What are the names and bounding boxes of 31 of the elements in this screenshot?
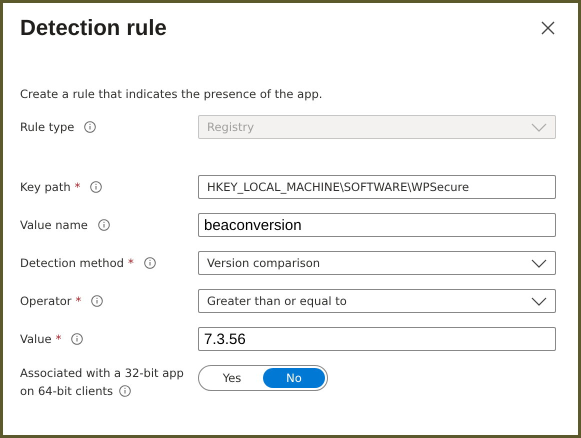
chevron-down-icon <box>531 296 547 306</box>
info-icon[interactable] <box>90 181 102 193</box>
chevron-down-icon <box>531 258 547 268</box>
input-field[interactable]: beaconversion <box>198 213 556 237</box>
dropdown[interactable]: Version comparison <box>198 251 556 275</box>
info-icon[interactable] <box>84 121 96 133</box>
field-label: Associated with a 32-bit app <box>20 365 184 381</box>
field-label: Key path <box>20 180 71 194</box>
info-icon[interactable] <box>91 295 104 307</box>
field-label: Value name <box>20 218 88 232</box>
info-icon[interactable] <box>144 257 156 269</box>
input-field[interactable]: 7.3.56 <box>198 327 556 351</box>
field-label: Detection method <box>20 256 124 270</box>
toggle-option[interactable]: Yes <box>201 368 263 388</box>
info-icon[interactable] <box>98 219 110 231</box>
description: Create a rule that indicates the presence of the app. <box>20 87 324 101</box>
field-label: Operator <box>20 294 72 308</box>
dropdown[interactable]: Greater than or equal to <box>198 289 556 313</box>
toggle-option[interactable]: No <box>263 368 325 388</box>
required-mark: * <box>74 180 80 194</box>
panel-title: Detection rule <box>20 15 167 41</box>
required-mark: * <box>56 332 62 346</box>
field-label: on 64-bit clients <box>20 383 113 399</box>
field-label: Value <box>20 332 52 346</box>
info-icon[interactable] <box>71 333 84 345</box>
chevron-down-icon <box>531 122 547 132</box>
info-icon[interactable] <box>119 385 131 397</box>
field-label: Rule type <box>20 120 74 134</box>
required-mark: * <box>75 294 82 308</box>
required-mark: * <box>128 256 134 270</box>
input-field[interactable]: HKEY_LOCAL_MACHINE\SOFTWARE\WPSecure <box>198 175 556 199</box>
